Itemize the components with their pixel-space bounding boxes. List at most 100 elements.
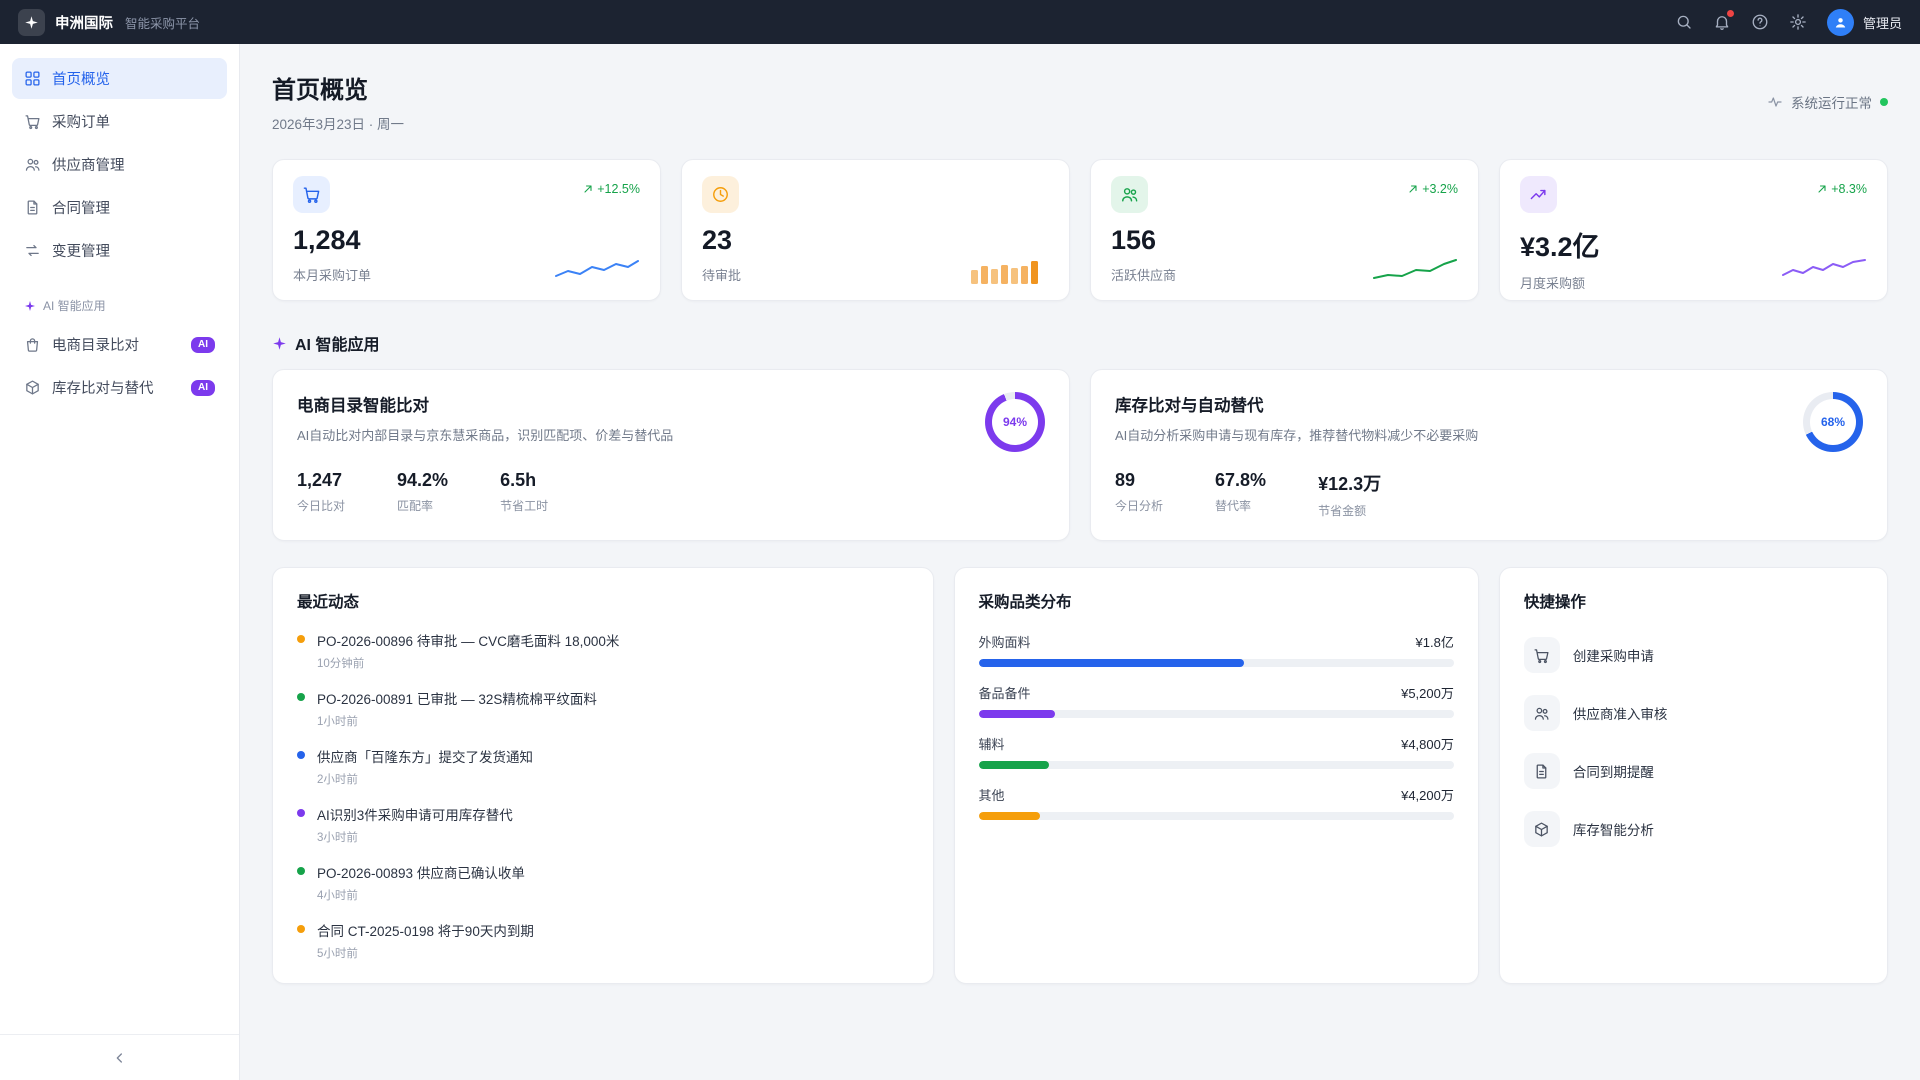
cart-icon bbox=[25, 115, 40, 130]
ai-section: AI 智能应用 电商目录智能比对 AI自动比对内部目录与京东慧采商品，识别匹配项… bbox=[272, 331, 1888, 541]
ai-card-catalog-compare[interactable]: 电商目录智能比对 AI自动比对内部目录与京东慧采商品，识别匹配项、价差与替代品 … bbox=[272, 369, 1070, 541]
bar-track bbox=[978, 659, 1454, 667]
category-row: 其他 ¥4,200万 bbox=[978, 785, 1454, 820]
category-row: 备品备件 ¥5,200万 bbox=[978, 683, 1454, 718]
page-title: 首页概览 bbox=[272, 77, 368, 104]
ai-card-stats: 89 今日分析 67.8% 替代率 ¥12.3万 节省金额 bbox=[1115, 470, 1863, 519]
cart-icon bbox=[1523, 637, 1560, 673]
list-item[interactable]: AI识别3件采购申请可用库存替代 3小时前 bbox=[297, 804, 909, 845]
quick-actions-list: 创建采购申请 供应商准入审核 合同到期提醒 库存智能分析 bbox=[1523, 626, 1863, 858]
grid-icon bbox=[25, 71, 40, 86]
system-status-text: 系统运行正常 bbox=[1791, 95, 1872, 111]
bar-fill bbox=[978, 710, 1056, 718]
system-status: 系统运行正常 bbox=[1767, 92, 1888, 112]
stat-cards: +12.5% 1,284 本月采购订单 23 待审批 +3.2% 156 活跃供… bbox=[272, 159, 1888, 301]
sidebar-item-label: 首页概览 bbox=[52, 72, 110, 88]
app-root: 申洲国际 智能采购平台 管理员 首页概览 采购订单 供应商管理 合同管理 变更管… bbox=[0, 0, 1920, 1080]
match-rate-donut: 94% bbox=[985, 392, 1045, 452]
ai-stat: ¥12.3万 节省金额 bbox=[1318, 474, 1382, 518]
category-distribution-panel: 采购品类分布 外购面料 ¥1.8亿 备品备件 ¥5,200万 辅料 ¥4,800万 bbox=[953, 567, 1479, 984]
ai-stat: 6.5h 节省工时 bbox=[500, 470, 549, 513]
bar-fill bbox=[978, 659, 1245, 667]
quick-action-create-request[interactable]: 创建采购申请 bbox=[1523, 626, 1863, 684]
ai-section-title: AI 智能应用 bbox=[295, 337, 380, 354]
stat-card-pending-approval[interactable]: 23 待审批 bbox=[681, 159, 1070, 301]
stat-card-monthly-spend[interactable]: +8.3% ¥3.2亿 月度采购额 bbox=[1499, 159, 1888, 301]
ai-stat: 67.8% 替代率 bbox=[1215, 470, 1267, 513]
people-icon bbox=[1111, 176, 1148, 213]
page-header: 首页概览 2026年3月23日 · 周一 系统运行正常 bbox=[272, 70, 1888, 133]
bell-icon[interactable] bbox=[1713, 10, 1734, 31]
sidebar-item-label: 合同管理 bbox=[52, 201, 110, 217]
status-dot bbox=[297, 751, 305, 759]
people-icon bbox=[1523, 695, 1560, 731]
topbar: 申洲国际 智能采购平台 管理员 bbox=[0, 0, 1920, 44]
document-icon bbox=[27, 200, 38, 215]
people-icon bbox=[25, 158, 40, 171]
recent-activity-panel: 最近动态 PO-2026-00896 待审批 — CVC磨毛面料 18,000米… bbox=[272, 567, 934, 984]
sparkline-green bbox=[1373, 259, 1457, 279]
document-icon bbox=[1523, 753, 1560, 789]
quick-actions-panel: 快捷操作 创建采购申请 供应商准入审核 合同到期提醒 库存智能分析 bbox=[1498, 567, 1888, 984]
gear-icon[interactable] bbox=[1789, 13, 1807, 31]
sidebar-item-label: 变更管理 bbox=[52, 244, 110, 260]
list-item[interactable]: PO-2026-00896 待审批 — CVC磨毛面料 18,000米 10分钟前 bbox=[297, 630, 909, 671]
ai-card-desc: AI自动分析采购申请与现有库存，推荐替代物料减少不必要采购 bbox=[1115, 428, 1479, 443]
list-item[interactable]: PO-2026-00893 供应商已确认收单 4小时前 bbox=[297, 862, 909, 903]
sparkline-blue bbox=[555, 260, 639, 277]
sidebar-item-orders[interactable]: 采购订单 bbox=[12, 101, 227, 142]
category-bars: 外购面料 ¥1.8亿 备品备件 ¥5,200万 辅料 ¥4,800万 其他 ¥4… bbox=[978, 632, 1454, 820]
ai-stat: 89 今日分析 bbox=[1115, 470, 1164, 513]
sparkle-icon bbox=[273, 336, 286, 350]
page-title-block: 首页概览 2026年3月23日 · 周一 bbox=[272, 70, 404, 133]
brand: 申洲国际 智能采购平台 bbox=[18, 8, 201, 36]
quick-action-supplier-review[interactable]: 供应商准入审核 bbox=[1523, 684, 1863, 742]
bar-fill bbox=[978, 761, 1050, 769]
sidebar-collapse-button[interactable] bbox=[0, 1034, 239, 1080]
bar-fill bbox=[978, 812, 1041, 820]
ai-card-title: 库存比对与自动替代 bbox=[1115, 397, 1264, 415]
quick-action-inventory-analysis[interactable]: 库存智能分析 bbox=[1523, 800, 1863, 858]
list-item[interactable]: 合同 CT-2025-0198 将于90天内到期 5小时前 bbox=[297, 920, 909, 961]
sidebar-item-suppliers[interactable]: 供应商管理 bbox=[12, 144, 227, 185]
stat-card-active-suppliers[interactable]: +3.2% 156 活跃供应商 bbox=[1090, 159, 1479, 301]
pulse-icon bbox=[1768, 96, 1782, 107]
ai-card-title: 电商目录智能比对 bbox=[297, 397, 429, 415]
ai-card-inventory-compare[interactable]: 库存比对与自动替代 AI自动分析采购申请与现有库存，推荐替代物料减少不必要采购 … bbox=[1090, 369, 1888, 541]
status-dot bbox=[297, 635, 305, 643]
sparkle-icon bbox=[25, 300, 35, 311]
app-logo-icon bbox=[18, 8, 45, 36]
quick-action-contract-expiry[interactable]: 合同到期提醒 bbox=[1523, 742, 1863, 800]
status-dot bbox=[1880, 97, 1888, 106]
search-icon[interactable] bbox=[1675, 13, 1693, 31]
sidebar-item-contracts[interactable]: 合同管理 bbox=[12, 187, 227, 228]
chevron-left-icon bbox=[116, 1052, 122, 1063]
help-icon[interactable] bbox=[1751, 13, 1769, 31]
activity-list: PO-2026-00896 待审批 — CVC磨毛面料 18,000米 10分钟前… bbox=[297, 630, 909, 961]
panel-title: 最近动态 bbox=[297, 594, 360, 611]
bottom-row: 最近动态 PO-2026-00896 待审批 — CVC磨毛面料 18,000米… bbox=[272, 567, 1888, 984]
ai-badge: AI bbox=[191, 336, 215, 353]
category-row: 辅料 ¥4,800万 bbox=[978, 734, 1454, 769]
sidebar-item-inventory-compare[interactable]: 库存比对与替代 AI bbox=[12, 367, 227, 408]
arrow-up-right-icon bbox=[584, 185, 592, 193]
sidebar-item-label: 库存比对与替代 bbox=[52, 381, 154, 397]
delta-badge: +3.2% bbox=[1407, 182, 1458, 196]
sidebar-item-catalog-compare[interactable]: 电商目录比对 AI bbox=[12, 324, 227, 365]
page-date: 2026年3月23日 · 周一 bbox=[272, 117, 405, 132]
ai-card-desc: AI自动比对内部目录与京东慧采商品，识别匹配项、价差与替代品 bbox=[297, 428, 674, 443]
stat-card-monthly-orders[interactable]: +12.5% 1,284 本月采购订单 bbox=[272, 159, 661, 301]
status-dot bbox=[297, 925, 305, 933]
sparkbars-orange bbox=[971, 261, 1038, 284]
user-menu[interactable]: 管理员 bbox=[1826, 8, 1902, 36]
bar-track bbox=[978, 710, 1454, 718]
list-item[interactable]: PO-2026-00891 已审批 — 32S精梳棉平纹面料 1小时前 bbox=[297, 688, 909, 729]
arrow-up-right-icon bbox=[1818, 185, 1826, 193]
sidebar-item-home[interactable]: 首页概览 bbox=[12, 58, 227, 99]
body-layout: 首页概览 采购订单 供应商管理 合同管理 变更管理 AI 智能应用 电商目录比对… bbox=[0, 44, 1920, 1080]
ai-stat: 1,247 今日比对 bbox=[297, 470, 346, 513]
list-item[interactable]: 供应商「百隆东方」提交了发货通知 2小时前 bbox=[297, 746, 909, 787]
bag-icon bbox=[26, 338, 39, 352]
brand-subtitle: 智能采购平台 bbox=[125, 16, 201, 31]
sidebar-item-changes[interactable]: 变更管理 bbox=[12, 230, 227, 271]
